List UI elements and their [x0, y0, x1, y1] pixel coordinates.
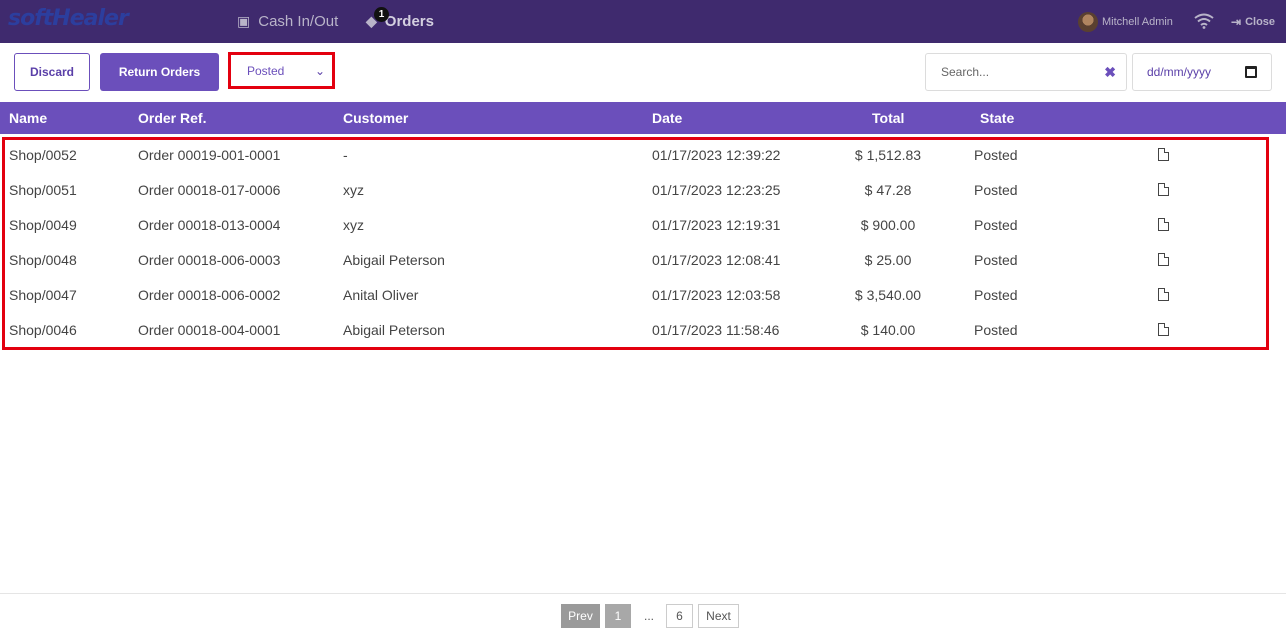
- avatar: [1078, 11, 1098, 32]
- top-bar: softHealer ▣ Cash In/Out ◆ 1 Orders Mitc…: [0, 0, 1286, 43]
- date-input[interactable]: dd/mm/yyyy: [1132, 53, 1272, 91]
- chevron-down-icon: ⌄: [314, 63, 325, 78]
- page-6-button[interactable]: 6: [666, 604, 693, 628]
- clear-search-icon[interactable]: ✖: [1104, 64, 1116, 81]
- state-filter-highlight: Posted ⌄: [228, 52, 335, 89]
- user-menu[interactable]: Mitchell Admin: [1078, 0, 1173, 43]
- prev-page-button[interactable]: Prev: [561, 604, 600, 628]
- date-placeholder: dd/mm/yyyy: [1147, 65, 1212, 79]
- discard-button[interactable]: Discard: [14, 53, 90, 91]
- wifi-icon: [1194, 13, 1214, 29]
- search-input[interactable]: Search... ✖: [925, 53, 1127, 91]
- column-header-state: State: [980, 110, 1015, 126]
- nav-orders[interactable]: ◆ 1 Orders: [366, 0, 434, 43]
- cash-icon: ▣: [237, 13, 251, 29]
- orders-badge: 1: [374, 7, 389, 22]
- next-page-button[interactable]: Next: [698, 604, 739, 628]
- nav-orders-label: Orders: [384, 13, 434, 30]
- user-name: Mitchell Admin: [1102, 15, 1173, 28]
- column-header-order-ref: Order Ref.: [138, 110, 207, 126]
- rows-highlight: [2, 137, 1269, 350]
- pagination-ellipsis: ...: [643, 609, 654, 623]
- column-header-name: Name: [9, 110, 48, 126]
- column-header-customer: Customer: [343, 110, 409, 126]
- nav-cash-label: Cash In/Out: [258, 13, 339, 30]
- calendar-icon[interactable]: [1245, 66, 1257, 78]
- nav-cash-in-out[interactable]: ▣ Cash In/Out: [237, 0, 338, 43]
- state-filter-select[interactable]: Posted ⌄: [234, 58, 329, 83]
- return-orders-button[interactable]: Return Orders: [100, 53, 219, 91]
- pagination-bar: Prev 1 ... 6 Next: [0, 593, 1286, 636]
- app-logo: softHealer: [8, 6, 129, 31]
- state-filter-value: Posted: [247, 63, 285, 78]
- search-placeholder: Search...: [941, 65, 990, 79]
- sign-out-icon: ⇥: [1231, 14, 1242, 29]
- table-header: Name Order Ref. Customer Date Total Stat…: [0, 102, 1286, 134]
- close-label: Close: [1245, 15, 1276, 28]
- close-button[interactable]: ⇥ Close: [1231, 0, 1275, 43]
- page-1-button[interactable]: 1: [605, 604, 631, 628]
- column-header-date: Date: [652, 110, 683, 126]
- column-header-total: Total: [872, 110, 905, 126]
